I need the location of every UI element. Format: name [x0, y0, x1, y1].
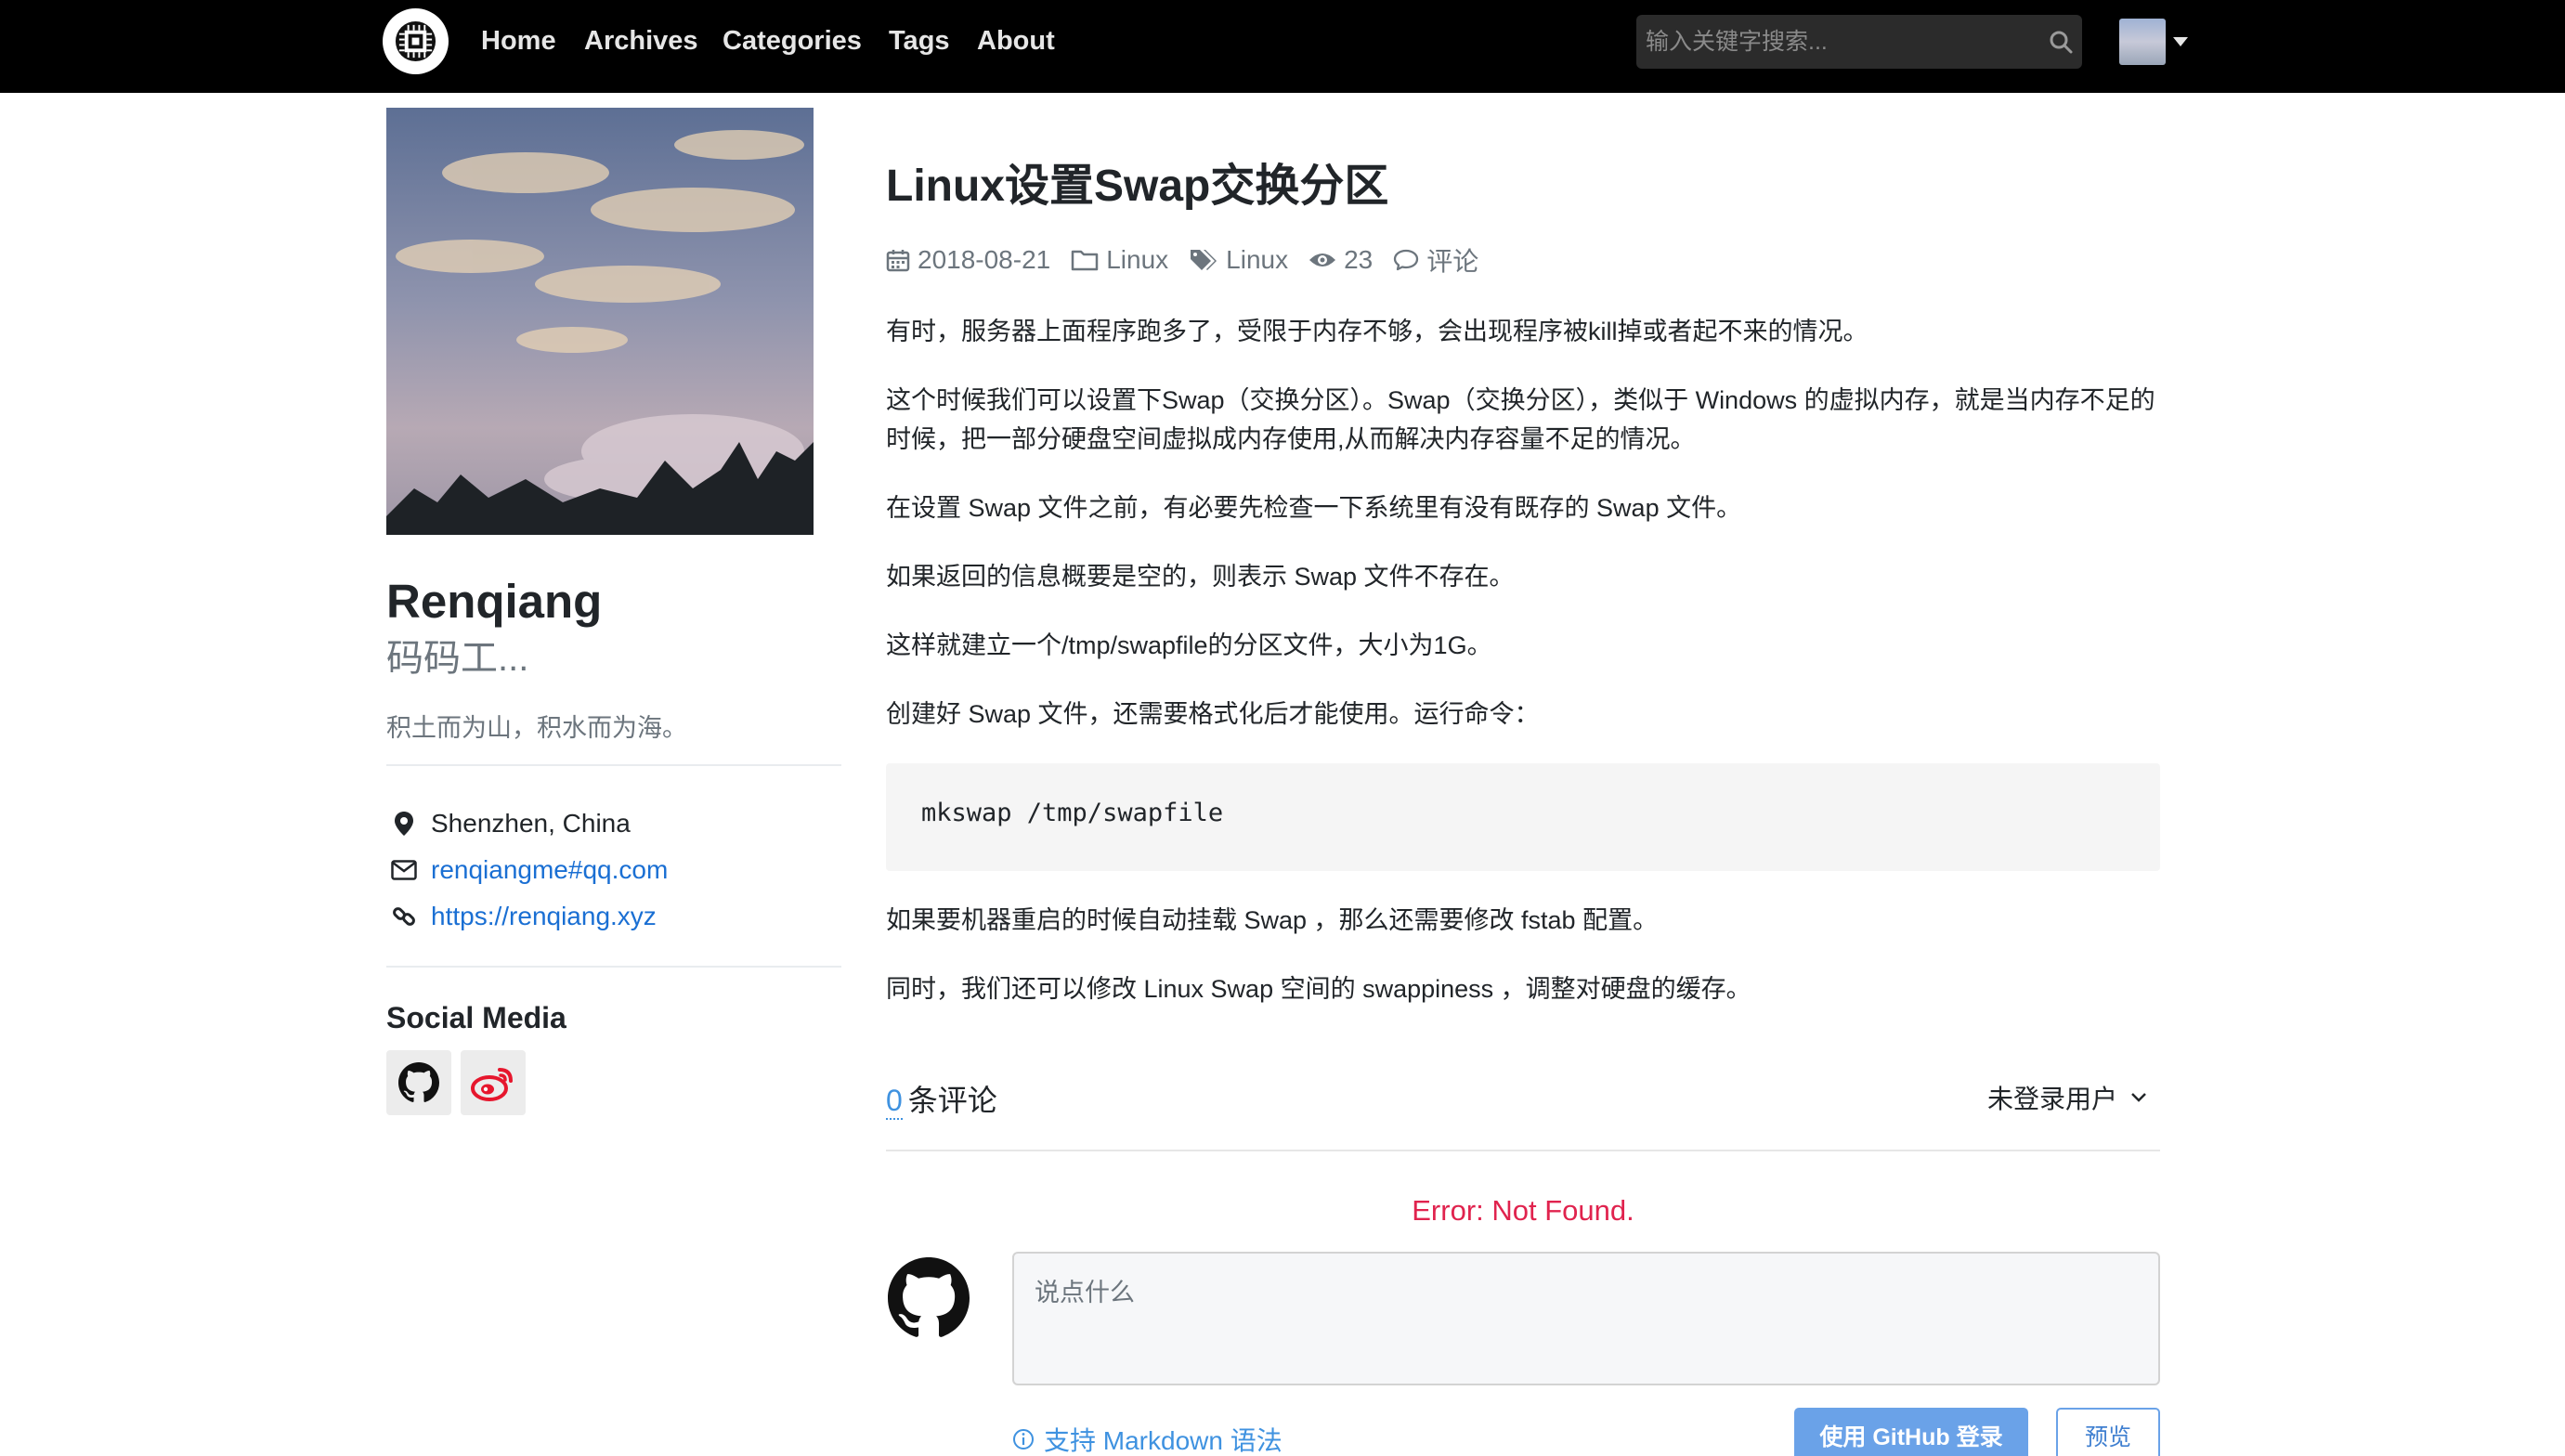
comment-count: 0 条评论 [886, 1077, 997, 1120]
code-text: mkswap /tmp/swapfile [921, 799, 1224, 827]
error-message: Error: Not Found. [1412, 1194, 1634, 1227]
post-title: Linux设置Swap交换分区 [886, 162, 1389, 211]
eye-icon [1309, 254, 1336, 266]
post-paragraph: 这个时候我们可以设置下Swap（交换分区）。Swap（交换分区），类似于 Win… [886, 386, 2155, 453]
profile-motto: 积土而为山，积水而为海。 [386, 714, 687, 742]
search-icon[interactable] [2049, 30, 2073, 58]
info-icon [1013, 1429, 1034, 1450]
profile-photo [386, 108, 814, 535]
info-website: https://renqiang.xyz [386, 898, 657, 935]
login-status-dropdown[interactable]: 未登录用户 [1987, 1079, 2147, 1116]
github-icon [888, 1257, 970, 1344]
preview-button[interactable]: 预览 [2056, 1408, 2160, 1456]
chip-icon[interactable] [383, 8, 449, 74]
comment-divider [886, 1150, 2160, 1151]
login-status-text[interactable]: 未登录用户 [1987, 1079, 2117, 1116]
sidebar-divider [386, 764, 841, 766]
top-navbar: Home Archives Categories Tags About [0, 0, 2565, 93]
nav-about[interactable]: About [977, 26, 1055, 57]
search-box [1636, 15, 2082, 69]
user-dropdown-caret-icon[interactable] [2173, 37, 2188, 46]
post-comments-link[interactable]: 评论 [1393, 241, 1478, 279]
markdown-hint-text[interactable]: 支持 Markdown 语法 [1044, 1421, 1282, 1456]
tags-icon [1191, 250, 1217, 270]
comment-count-label: 条评论 [907, 1084, 997, 1117]
comment-icon [1394, 249, 1419, 271]
comment-count-number[interactable]: 0 [886, 1084, 903, 1120]
folder-icon [1071, 250, 1099, 271]
post-paragraph: 有时，服务器上面程序跑多了，受限于内存不够，会出现程序被kill掉或者起不来的情… [886, 318, 1868, 345]
social-media-heading: Social Media [386, 1001, 566, 1034]
sidebar-divider [386, 966, 841, 968]
website-link[interactable]: https://renqiang.xyz [431, 902, 657, 931]
user-avatar[interactable] [2119, 19, 2166, 65]
info-email: renqiangme#qq.com [386, 852, 668, 889]
post-paragraph: 如果要机器重启的时候自动挂载 Swap ，那么还需要修改 fstab 配置。 [886, 906, 1659, 934]
post-comments-label[interactable]: 评论 [1426, 241, 1478, 279]
profile-name: Renqiang [386, 575, 603, 628]
post-paragraph: 如果返回的信息概要是空的，则表示 Swap 文件不存在。 [886, 563, 1515, 591]
search-input[interactable] [1636, 15, 2026, 69]
profile-subtitle: 码码工... [386, 638, 529, 679]
calendar-icon [886, 250, 910, 272]
post-tag-text[interactable]: Linux [1226, 245, 1288, 275]
post-category[interactable]: Linux [1071, 245, 1168, 275]
post-date-text: 2018-08-21 [918, 245, 1051, 274]
envelope-icon [386, 860, 422, 880]
post-views: 23 [1309, 245, 1373, 275]
code-block: mkswap /tmp/swapfile [886, 763, 2160, 871]
nav-archives[interactable]: Archives [584, 26, 698, 57]
post-views-count: 23 [1344, 245, 1374, 274]
nav-tags[interactable]: Tags [889, 26, 950, 57]
location-text: Shenzhen, China [431, 809, 631, 838]
map-pin-icon [386, 811, 422, 837]
post-paragraph: 在设置 Swap 文件之前，有必要先检查一下系统里有没有既存的 Swap 文件。 [886, 494, 1742, 522]
link-icon [386, 904, 422, 930]
post-category-text[interactable]: Linux [1106, 245, 1168, 275]
nav-categories[interactable]: Categories [723, 26, 862, 57]
post-paragraph: 这样就建立一个/tmp/swapfile的分区文件，大小为1G。 [886, 631, 1492, 659]
github-icon[interactable] [386, 1050, 451, 1115]
post-meta: 2018-08-21 Linux Linux 23 评论 [886, 243, 1499, 277]
comment-textarea[interactable] [1012, 1252, 2160, 1385]
post-tag[interactable]: Linux [1189, 245, 1288, 275]
markdown-hint-link[interactable]: 支持 Markdown 语法 [1012, 1421, 1282, 1456]
chevron-down-icon[interactable] [2130, 1092, 2147, 1103]
info-location: Shenzhen, China [386, 805, 631, 842]
post-date: 2018-08-21 [886, 245, 1050, 275]
weibo-icon[interactable] [461, 1050, 526, 1115]
post-paragraph: 同时，我们还可以修改 Linux Swap 空间的 swappiness ，调整… [886, 975, 1751, 1003]
github-login-button[interactable]: 使用 GitHub 登录 [1794, 1408, 2028, 1456]
nav-home[interactable]: Home [481, 26, 556, 57]
email-link[interactable]: renqiangme#qq.com [431, 855, 668, 885]
post-paragraph: 创建好 Swap 文件，还需要格式化后才能使用。运行命令： [886, 700, 1540, 728]
